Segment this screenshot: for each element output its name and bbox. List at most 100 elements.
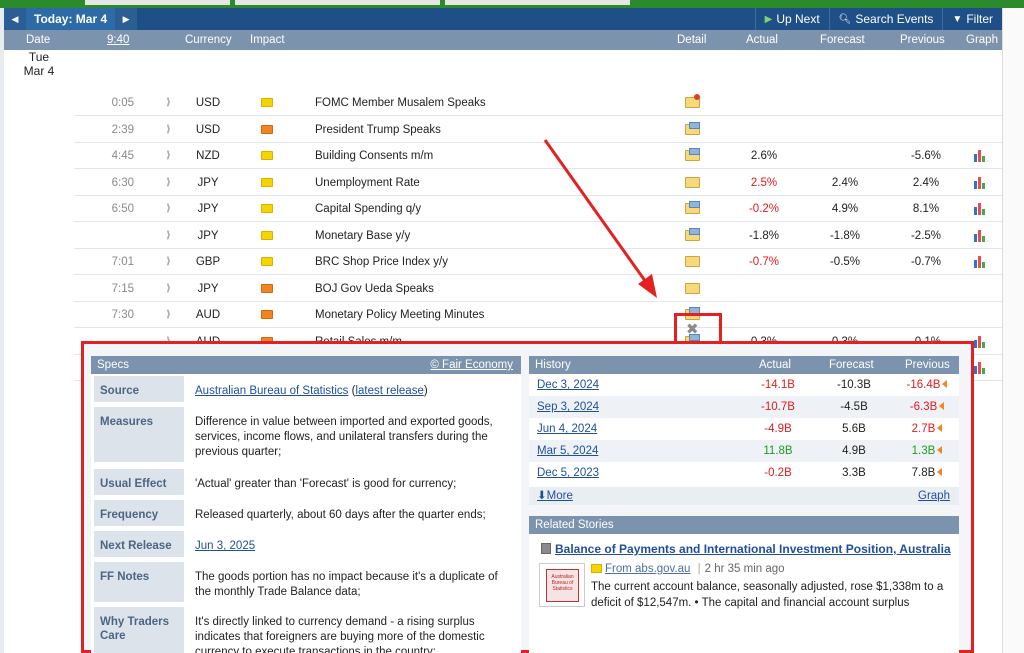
event-row[interactable]: 6:30 ⟩⟩ JPY Unemployment Rate 2.5% 2.4% 2.4% <box>4 170 1002 196</box>
event-name[interactable]: Unemployment Rate <box>315 170 655 196</box>
sound-icon[interactable]: ⟩⟩ <box>166 90 178 116</box>
impact-yellow-icon <box>261 177 273 187</box>
sound-icon[interactable]: ⟩⟩ <box>166 196 178 222</box>
col-graph: Graph <box>966 34 998 46</box>
event-previous: -0.7% <box>891 249 961 275</box>
chevron-right-icon[interactable]: ▶ <box>115 8 138 30</box>
specs-label: Source <box>94 376 184 402</box>
detail-folder-icon[interactable] <box>685 254 701 268</box>
sound-icon[interactable]: ⟩⟩ <box>166 170 178 196</box>
event-previous-value: -2.5% <box>910 229 942 242</box>
specs-value-link[interactable]: Jun 3, 2025 <box>195 540 255 552</box>
sound-icon[interactable]: ⟩⟩ <box>166 276 178 302</box>
graph-bar <box>978 362 981 374</box>
history-date-link[interactable]: Dec 5, 2023 <box>537 462 599 484</box>
story-title[interactable]: Balance of Payments and International In… <box>541 542 951 556</box>
close-detail-icon[interactable]: ✖ <box>686 320 699 338</box>
event-name[interactable]: President Trump Speaks <box>315 117 655 143</box>
tab-strip-segment <box>85 0 230 5</box>
search-events-button[interactable]: 🔍︎ Search Events <box>828 8 943 30</box>
event-row[interactable]: 7:30 ⟩⟩ AUD Monetary Policy Meeting Minutes <box>4 302 1002 328</box>
event-name[interactable]: Building Consents m/m <box>315 143 655 169</box>
detail-folder-icon[interactable] <box>685 94 701 109</box>
related-stories-section: Related Stories Balance of Payments and … <box>529 516 959 653</box>
revised-icon <box>942 380 948 388</box>
story-thumbnail[interactable]: Australian Bureau of Statistics <box>539 563 585 607</box>
graph-icon[interactable] <box>974 256 988 268</box>
event-row[interactable]: 7:15 ⟩⟩ JPY BOJ Gov Ueda Speaks <box>4 276 1002 302</box>
event-time: 6:50 <box>111 203 134 215</box>
sound-icon[interactable]: ⟩⟩ <box>166 302 178 328</box>
specs-label: Measures <box>94 407 184 462</box>
sound-icon[interactable]: ⟩⟩ <box>166 143 178 169</box>
page-scrollbar[interactable] <box>1002 8 1024 653</box>
history-col-actual: Actual <box>759 359 791 371</box>
history-date-link[interactable]: Mar 5, 2024 <box>537 440 598 462</box>
graph-icon[interactable] <box>974 229 988 242</box>
fair-economy-link[interactable]: © Fair Economy <box>430 356 513 374</box>
history-date-link[interactable]: Sep 3, 2024 <box>537 396 599 418</box>
event-currency: USD <box>195 123 221 136</box>
event-row[interactable]: 4:45 ⟩⟩ NZD Building Consents m/m 2.6% -5.6% <box>4 143 1002 169</box>
detail-folder-icon[interactable] <box>685 281 701 295</box>
search-icon: 🔍︎ <box>838 13 852 25</box>
chevron-left-icon[interactable]: ◀ <box>4 8 26 30</box>
related-header: Related Stories <box>529 516 959 534</box>
history-row: Dec 5, 2023 -0.2B 3.3B 7.8B <box>529 462 959 484</box>
col-time[interactable]: 9:40 <box>107 34 129 46</box>
event-row[interactable]: 2:39 ⟩⟩ USD President Trump Speaks <box>4 117 1002 143</box>
detail-folder-icon[interactable] <box>685 148 701 162</box>
graph-icon[interactable] <box>974 176 988 189</box>
up-next-button[interactable]: ▶ Up Next <box>754 8 829 30</box>
event-name[interactable]: FOMC Member Musalem Speaks <box>315 90 655 116</box>
detail-folder-icon[interactable] <box>685 201 701 215</box>
folder-shape <box>685 201 700 214</box>
history-footer: ⬇More Graph <box>529 487 959 505</box>
event-previous: -5.6% <box>891 143 961 169</box>
sound-icon[interactable]: ⟩⟩ <box>166 249 178 275</box>
event-row[interactable]: ⟩⟩ JPY Monetary Base y/y -1.8% -1.8% -2.5% <box>4 223 1002 249</box>
paren-close: ) <box>423 385 428 397</box>
graph-icon[interactable] <box>974 150 988 162</box>
graph-bar <box>974 180 977 189</box>
history-date-link[interactable]: Dec 3, 2024 <box>537 374 599 396</box>
graph-icon[interactable] <box>974 203 988 215</box>
today-button[interactable]: Today: Mar 4 <box>26 8 116 30</box>
story-source-link[interactable]: From abs.gov.au <box>605 563 690 575</box>
event-name[interactable]: BOJ Gov Ueda Speaks <box>315 276 655 302</box>
specs-value: Difference in value between imported and… <box>195 416 493 458</box>
event-name[interactable]: BRC Shop Price Index y/y <box>315 249 655 275</box>
sound-icon[interactable]: ⟩⟩ <box>166 117 178 143</box>
graph-link[interactable]: Graph <box>918 487 950 505</box>
latest-release-link[interactable]: latest release <box>355 385 423 397</box>
story-title-link[interactable]: Balance of Payments and International In… <box>555 542 951 556</box>
event-row[interactable]: 0:05 ⟩⟩ USD FOMC Member Musalem Speaks <box>4 90 1002 116</box>
graph-icon[interactable] <box>974 362 988 374</box>
detail-folder-icon[interactable] <box>685 175 701 189</box>
history-date-link[interactable]: Jun 4, 2024 <box>537 418 597 440</box>
event-name[interactable]: Monetary Policy Meeting Minutes <box>315 302 655 328</box>
sound-icon[interactable]: ⟩⟩ <box>166 223 178 249</box>
graph-bar <box>982 209 985 215</box>
graph-bar <box>974 233 977 242</box>
revised-icon <box>939 402 945 410</box>
more-link[interactable]: ⬇More <box>537 487 573 505</box>
event-name[interactable]: Monetary Base y/y <box>315 223 655 249</box>
impact-yellow-icon <box>261 98 273 107</box>
detail-folder-icon[interactable] <box>685 121 701 136</box>
graph-icon[interactable] <box>974 335 988 348</box>
history-actual: 11.8B <box>763 445 793 457</box>
specs-label: Frequency <box>94 500 184 526</box>
folder-shape <box>685 176 700 188</box>
event-name[interactable]: Capital Spending q/y <box>315 196 655 222</box>
event-time: 4:45 <box>111 150 134 162</box>
event-row[interactable]: 7:01 ⟩⟩ GBP BRC Shop Price Index y/y -0.7% -0… <box>4 249 1002 275</box>
specs-value-link[interactable]: Australian Bureau of Statistics <box>195 385 348 397</box>
detail-folder-icon[interactable] <box>685 227 701 242</box>
history-previous-value: 2.7B <box>911 423 936 435</box>
event-previous: -2.5% <box>891 223 961 249</box>
browser-top-strip <box>0 0 1024 8</box>
event-currency: JPY <box>197 203 219 215</box>
event-row[interactable]: 6:50 ⟩⟩ JPY Capital Spending q/y -0.2% 4.9% 8.… <box>4 196 1002 222</box>
filter-button[interactable]: ▼ Filter <box>942 8 1002 30</box>
